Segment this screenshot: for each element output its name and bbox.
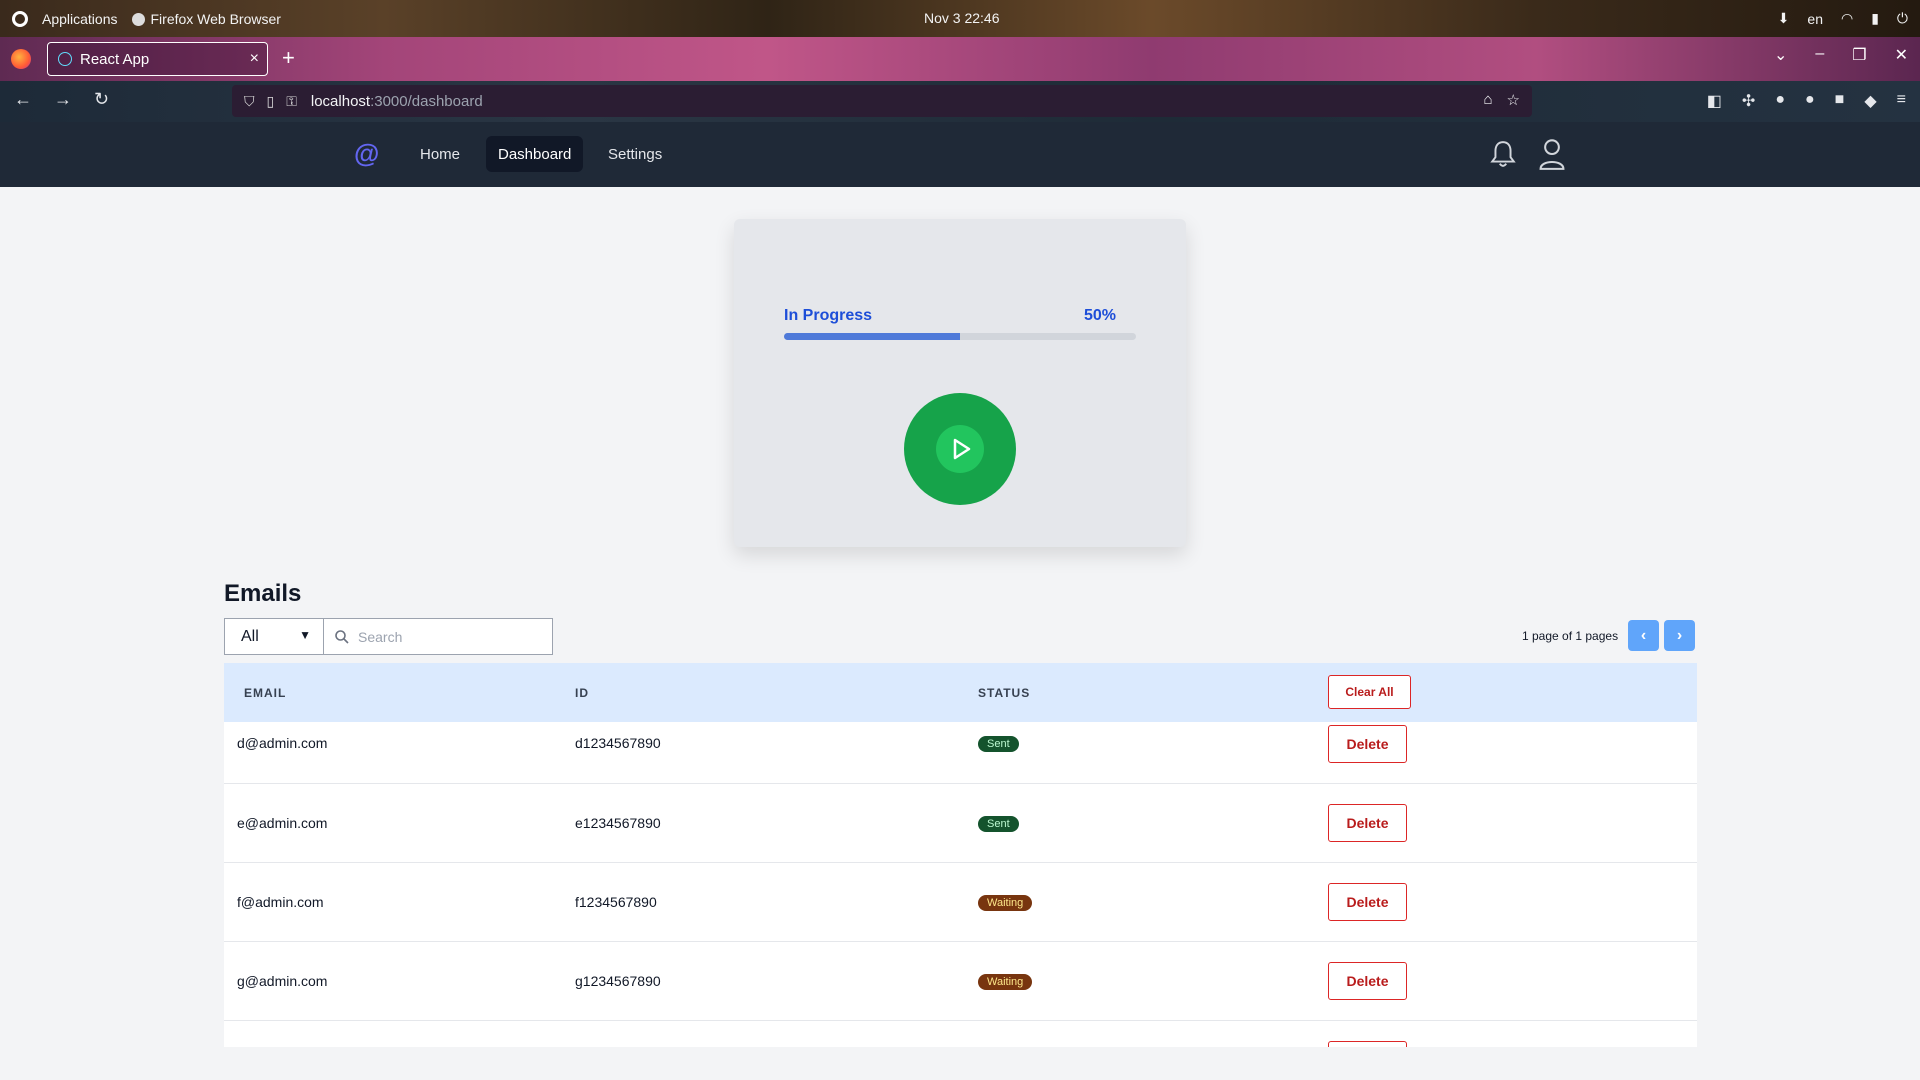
bell-icon[interactable] xyxy=(1490,140,1516,168)
row-email: e@admin.com xyxy=(237,815,328,831)
browser-tab-bar: React App × + ⌄ – ❐ ✕ xyxy=(0,37,1920,81)
table-row: f@admin.com f1234567890 Waiting Delete xyxy=(224,863,1697,942)
activities-icon[interactable] xyxy=(12,10,28,27)
pagination-text: 1 page of 1 pages xyxy=(1522,629,1619,643)
play-button[interactable] xyxy=(904,393,1016,505)
nav-dashboard[interactable]: Dashboard xyxy=(486,136,584,172)
status-filter-select[interactable]: All ▼ xyxy=(224,618,324,655)
nav-settings[interactable]: Settings xyxy=(596,136,674,172)
browser-app-text: Firefox Web Browser xyxy=(150,10,281,27)
extension-green-icon[interactable]: ● xyxy=(1805,91,1815,111)
bookmark-star-icon[interactable]: ☆ xyxy=(1507,91,1520,109)
delete-button[interactable]: Delete xyxy=(1328,804,1407,842)
tab-react-app[interactable]: React App × xyxy=(47,42,268,76)
prev-page-button[interactable]: ‹ xyxy=(1628,620,1659,651)
extensions-icon[interactable]: ✣ xyxy=(1742,91,1755,111)
user-icon[interactable] xyxy=(1538,138,1566,170)
extension-purple-icon[interactable]: ● xyxy=(1775,91,1785,111)
back-icon[interactable]: ← xyxy=(14,89,32,110)
system-top-bar: Applications Firefox Web Browser Nov 3 2… xyxy=(0,0,1920,37)
search-input[interactable]: Search xyxy=(323,618,553,655)
url-path: :3000/dashboard xyxy=(370,92,483,110)
pocket-icon[interactable]: ◧ xyxy=(1707,91,1722,111)
applications-menu[interactable]: Applications xyxy=(42,11,118,27)
progress-label: In Progress xyxy=(784,307,873,324)
clear-all-button[interactable]: Clear All xyxy=(1328,675,1411,709)
table-row: e@admin.com e1234567890 Sent Delete xyxy=(224,784,1697,863)
close-tab-icon[interactable]: × xyxy=(250,50,259,68)
react-favicon-icon xyxy=(58,52,72,66)
nav-home[interactable]: Home xyxy=(408,136,472,172)
emails-table: EMAIL ID STATUS Clear All d@admin.com d1… xyxy=(224,663,1697,1047)
delete-button[interactable]: Delete xyxy=(1328,962,1407,1000)
download-indicator-icon[interactable]: ⬇ xyxy=(1778,10,1790,27)
status-badge: Waiting xyxy=(978,974,1033,990)
row-id: f1234567890 xyxy=(575,894,657,910)
browser-app-label[interactable]: Firefox Web Browser xyxy=(131,10,281,27)
list-tabs-icon[interactable]: ⌄ xyxy=(1774,45,1787,65)
table-header: EMAIL ID STATUS Clear All xyxy=(224,663,1697,722)
brand-logo[interactable]: @ xyxy=(354,138,379,169)
extension-red-icon[interactable]: ◆ xyxy=(1864,91,1876,111)
browser-nav-bar: ← → ↻ ⛉ ▯ ⚿ localhost:3000/dashboard ⌂ ☆… xyxy=(0,81,1920,122)
column-status: STATUS xyxy=(978,686,1031,700)
restore-icon[interactable]: ❐ xyxy=(1852,45,1866,65)
close-window-icon[interactable]: ✕ xyxy=(1895,45,1908,65)
url-bar[interactable]: ⛉ ▯ ⚿ localhost:3000/dashboard ⌂ ☆ xyxy=(232,85,1532,117)
table-row: g@admin.com g1234567890 Waiting Delete xyxy=(224,942,1697,1021)
row-id: g1234567890 xyxy=(575,973,661,989)
row-id: e1234567890 xyxy=(575,815,661,831)
row-email: g@admin.com xyxy=(237,973,328,989)
row-email: d@admin.com xyxy=(237,735,328,751)
status-badge: Sent xyxy=(978,816,1019,832)
forward-icon[interactable]: → xyxy=(54,89,72,110)
clock[interactable]: Nov 3 22:46 xyxy=(924,10,1000,26)
chevron-down-icon: ▼ xyxy=(299,628,311,642)
home-icon[interactable]: ⌂ xyxy=(1483,91,1492,109)
menu-icon[interactable]: ≡ xyxy=(1897,91,1906,111)
row-id: d1234567890 xyxy=(575,735,661,751)
reload-icon[interactable]: ↻ xyxy=(94,89,109,110)
progress-track xyxy=(784,333,1136,340)
emails-title: Emails xyxy=(224,580,302,607)
shield-icon[interactable]: ⛉ xyxy=(244,93,255,110)
firefox-logo-icon xyxy=(11,49,31,69)
column-id: ID xyxy=(575,686,589,700)
row-email: f@admin.com xyxy=(237,894,324,910)
column-email: EMAIL xyxy=(244,686,287,700)
new-tab-button[interactable]: + xyxy=(282,45,295,71)
battery-icon[interactable]: ▮ xyxy=(1871,10,1879,27)
language-indicator[interactable]: en xyxy=(1807,11,1823,27)
progress-percent: 50% xyxy=(1083,307,1116,324)
page-icon[interactable]: ▯ xyxy=(267,93,275,110)
play-icon xyxy=(936,425,984,473)
next-page-button[interactable]: › xyxy=(1664,620,1695,651)
table-row-partial xyxy=(224,1021,1697,1047)
minimize-icon[interactable]: – xyxy=(1815,45,1824,65)
delete-button[interactable]: Delete xyxy=(1328,725,1407,763)
search-icon xyxy=(335,630,349,644)
progress-fill xyxy=(784,333,960,340)
status-badge: Waiting xyxy=(978,895,1033,911)
app-header: @ Home Dashboard Settings xyxy=(0,122,1920,187)
tab-title: React App xyxy=(80,50,150,68)
status-badge: Sent xyxy=(978,736,1019,752)
firefox-mini-icon xyxy=(131,13,145,27)
progress-card: In Progress 50% xyxy=(734,219,1186,547)
delete-button[interactable]: Delete xyxy=(1328,883,1407,921)
table-row: d@admin.com d1234567890 Sent Delete xyxy=(224,722,1697,784)
filter-value: All xyxy=(241,627,259,645)
search-placeholder: Search xyxy=(358,628,403,645)
wifi-icon[interactable]: ◠ xyxy=(1841,10,1853,27)
power-icon[interactable]: ⏻ xyxy=(1897,10,1908,27)
url-host: localhost xyxy=(310,92,371,110)
delete-button-partial[interactable] xyxy=(1328,1041,1407,1047)
extension-blue-icon[interactable]: ■ xyxy=(1835,91,1845,111)
key-icon[interactable]: ⚿ xyxy=(286,93,297,110)
